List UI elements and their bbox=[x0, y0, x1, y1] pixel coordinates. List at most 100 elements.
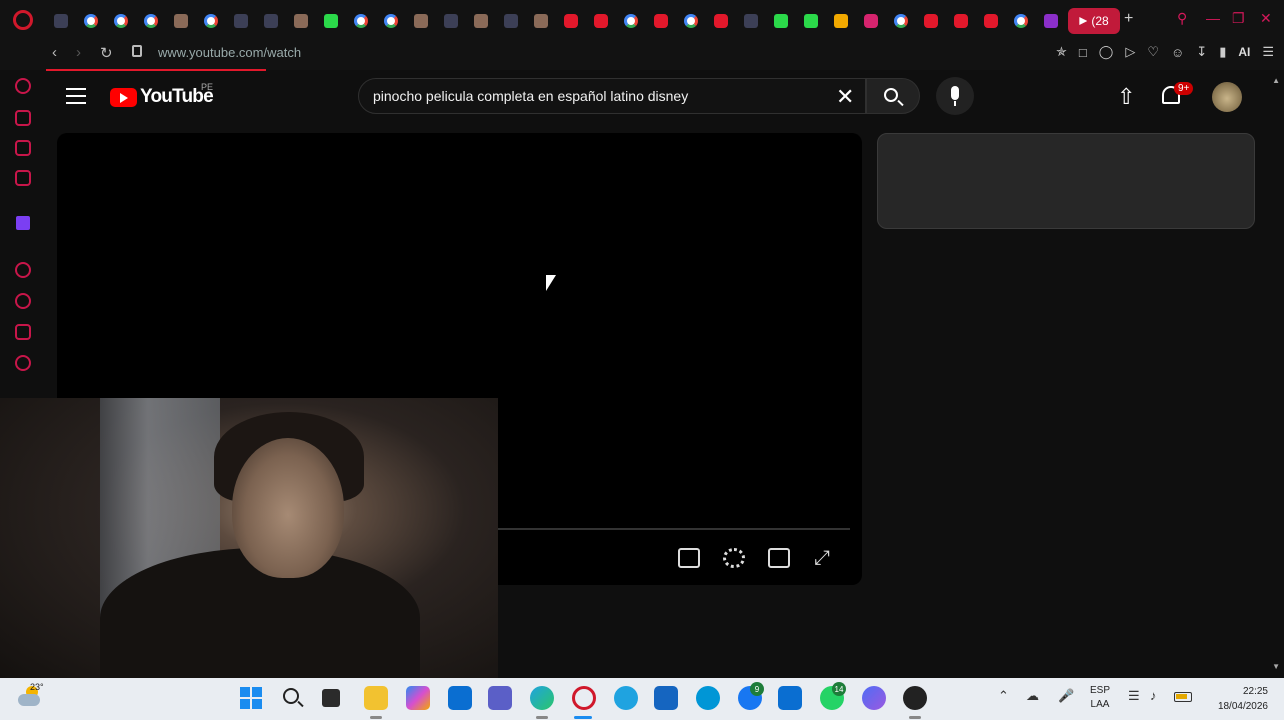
tab-item[interactable] bbox=[466, 10, 496, 32]
tab-item[interactable] bbox=[556, 10, 586, 32]
easy-setup-icon[interactable]: ☰ bbox=[1262, 44, 1274, 60]
opera-taskbar-icon[interactable] bbox=[572, 686, 596, 710]
tab-item[interactable] bbox=[946, 10, 976, 32]
tab-item[interactable] bbox=[376, 10, 406, 32]
volume-icon[interactable]: ♪ bbox=[1150, 688, 1157, 703]
back-icon[interactable]: ‹ bbox=[52, 44, 57, 61]
clock[interactable]: 22:25 18/04/2026 bbox=[1206, 684, 1268, 714]
sidebar-aria-icon[interactable] bbox=[15, 78, 31, 94]
pin-icon[interactable]: ✯ bbox=[1056, 44, 1067, 60]
settings-icon[interactable] bbox=[15, 355, 31, 371]
profile-icon[interactable]: ☺ bbox=[1171, 45, 1184, 60]
tab-item[interactable] bbox=[886, 10, 916, 32]
microsoft-store-icon[interactable] bbox=[654, 686, 678, 710]
download-icon[interactable]: ↧ bbox=[1196, 44, 1207, 60]
mail-icon[interactable] bbox=[778, 686, 802, 710]
tab-item[interactable] bbox=[796, 10, 826, 32]
tab-item[interactable] bbox=[646, 10, 676, 32]
snapshot-icon[interactable]: □ bbox=[1079, 45, 1087, 60]
tab-item[interactable] bbox=[316, 10, 346, 32]
opera-menu-icon[interactable] bbox=[13, 10, 33, 30]
internet-explorer-icon[interactable] bbox=[614, 686, 638, 710]
language-indicator[interactable]: ESP LAA bbox=[1090, 684, 1110, 712]
forward-icon[interactable]: › bbox=[76, 44, 81, 61]
sidebar-tv-icon[interactable] bbox=[15, 170, 31, 186]
gear-icon[interactable] bbox=[723, 548, 745, 568]
windows-start-icon[interactable] bbox=[240, 687, 262, 709]
battery-icon[interactable] bbox=[1174, 692, 1192, 702]
tab-item[interactable] bbox=[106, 10, 136, 32]
active-tab[interactable]: (28 bbox=[1068, 8, 1120, 34]
sidebar-player-icon[interactable] bbox=[15, 262, 31, 278]
close-window-icon[interactable]: ✕ bbox=[1260, 10, 1272, 27]
tab-item[interactable] bbox=[346, 10, 376, 32]
app-icon[interactable] bbox=[862, 686, 886, 710]
ai-button[interactable]: AI bbox=[1238, 45, 1250, 59]
history-icon[interactable] bbox=[15, 293, 31, 309]
play-icon[interactable]: ▷ bbox=[1125, 44, 1135, 60]
tab-item[interactable] bbox=[256, 10, 286, 32]
new-tab-button[interactable]: + bbox=[1124, 10, 1133, 28]
task-view-icon[interactable] bbox=[322, 689, 340, 707]
taskbar-search-icon[interactable] bbox=[283, 688, 299, 704]
theater-mode-icon[interactable] bbox=[768, 548, 790, 568]
microphone-tray-icon[interactable]: 🎤 bbox=[1058, 688, 1074, 704]
clear-search-icon[interactable]: ✕ bbox=[836, 84, 854, 110]
tab-item[interactable] bbox=[436, 10, 466, 32]
tab-item[interactable] bbox=[196, 10, 226, 32]
reload-icon[interactable]: ↻ bbox=[100, 44, 113, 62]
scroll-down-icon[interactable]: ▼ bbox=[1272, 662, 1280, 671]
youtube-logo[interactable]: YouTube bbox=[110, 86, 214, 108]
tab-item[interactable] bbox=[736, 10, 766, 32]
tab-item[interactable] bbox=[856, 10, 886, 32]
hamburger-menu-icon[interactable] bbox=[66, 88, 86, 104]
voice-search-button[interactable] bbox=[936, 77, 974, 115]
minimize-icon[interactable]: — bbox=[1206, 10, 1220, 26]
tab-item[interactable] bbox=[406, 10, 436, 32]
wifi-icon[interactable]: ☰ bbox=[1128, 688, 1140, 704]
tab-search-icon[interactable]: ⚲ bbox=[1177, 10, 1187, 27]
sidebar-game-icon[interactable] bbox=[15, 110, 31, 126]
edge-icon[interactable] bbox=[530, 686, 554, 710]
avatar[interactable] bbox=[1212, 82, 1242, 112]
tab-item[interactable] bbox=[76, 10, 106, 32]
lock-icon[interactable] bbox=[132, 45, 142, 57]
search-button[interactable] bbox=[866, 78, 920, 114]
tab-item[interactable] bbox=[496, 10, 526, 32]
fullscreen-icon[interactable]: ⤢ bbox=[814, 547, 830, 570]
tab-item[interactable] bbox=[46, 10, 76, 32]
tab-item[interactable] bbox=[1006, 10, 1036, 32]
outlook-icon[interactable] bbox=[448, 686, 472, 710]
tab-item[interactable] bbox=[166, 10, 196, 32]
shield-icon[interactable]: ◯ bbox=[1099, 44, 1114, 60]
copilot-icon[interactable] bbox=[406, 686, 430, 710]
heart-icon[interactable]: ♡ bbox=[1147, 44, 1159, 60]
twitch-icon[interactable] bbox=[16, 216, 30, 230]
tab-item[interactable] bbox=[976, 10, 1006, 32]
tab-item[interactable] bbox=[826, 10, 856, 32]
tab-item[interactable] bbox=[1036, 10, 1066, 32]
teams-icon[interactable] bbox=[488, 686, 512, 710]
scroll-up-icon[interactable]: ▲ bbox=[1272, 76, 1280, 85]
battery-saver-icon[interactable]: ▮ bbox=[1219, 44, 1226, 60]
sidebar-cube-icon[interactable] bbox=[15, 140, 31, 156]
tab-item[interactable] bbox=[706, 10, 736, 32]
upload-icon[interactable]: ⇧ bbox=[1117, 84, 1135, 110]
video-progress-bar[interactable] bbox=[498, 528, 850, 530]
chevron-up-icon[interactable]: ⌃ bbox=[998, 688, 1009, 704]
tab-item[interactable] bbox=[286, 10, 316, 32]
search-input[interactable]: pinocho pelicula completa en español lat… bbox=[358, 78, 866, 114]
tab-item[interactable] bbox=[226, 10, 256, 32]
tab-item[interactable] bbox=[676, 10, 706, 32]
maximize-icon[interactable]: ❐ bbox=[1232, 10, 1245, 27]
subtitles-icon[interactable] bbox=[678, 548, 700, 568]
obs-icon[interactable] bbox=[903, 686, 927, 710]
onedrive-icon[interactable]: ☁ bbox=[1026, 688, 1039, 704]
tab-item[interactable] bbox=[526, 10, 556, 32]
tab-item[interactable] bbox=[136, 10, 166, 32]
url-field[interactable]: www.youtube.com/watch bbox=[158, 45, 301, 60]
file-explorer-icon[interactable] bbox=[364, 686, 388, 710]
tab-item[interactable] bbox=[586, 10, 616, 32]
hp-icon[interactable] bbox=[696, 686, 720, 710]
tab-item[interactable] bbox=[916, 10, 946, 32]
